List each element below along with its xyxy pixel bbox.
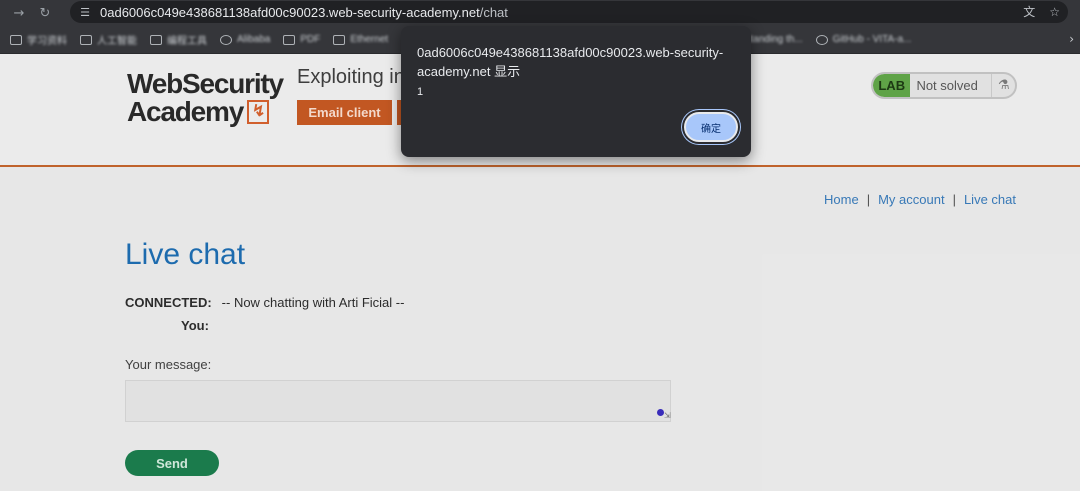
- bookmark-label: Ethernet: [350, 34, 389, 45]
- translate-icon[interactable]: 文: [1023, 3, 1035, 21]
- url-host: 0ad6006c049e438681138afd00c90023.web-sec…: [100, 4, 480, 20]
- url-path: /chat: [479, 4, 508, 20]
- reload-icon[interactable]: ↻: [32, 2, 58, 24]
- pdf-icon: [283, 34, 296, 45]
- back-arrow-icon[interactable]: →: [6, 2, 32, 24]
- dialog-title: 0ad6006c049e438681138afd00c90023.web-sec…: [417, 45, 724, 79]
- bookmark-label: 编程工具: [167, 36, 207, 47]
- star-icon[interactable]: ☆: [1049, 3, 1060, 21]
- address-bar[interactable]: ☰ 0ad6006c049e438681138afd00c90023.web-s…: [70, 1, 1068, 23]
- bookmark-label: 人工智能: [97, 36, 137, 47]
- bookmark-item[interactable]: 学习资料: [10, 32, 67, 47]
- github-icon: [815, 34, 828, 45]
- dialog-ok-button[interactable]: 确定: [684, 112, 738, 142]
- tune-icon[interactable]: ☰: [74, 6, 96, 19]
- bookmark-label: PDF: [300, 34, 321, 45]
- folder-icon: [10, 34, 22, 45]
- bookmark-item[interactable]: 人工智能: [80, 32, 137, 47]
- folder-icon: [150, 34, 162, 45]
- browser-toolbar: → ↻ ☰ 0ad6006c049e438681138afd00c90023.w…: [0, 0, 1080, 26]
- bookmark-item[interactable]: Ethernet: [333, 34, 388, 45]
- bookmark-item[interactable]: GitHub - VITA-a...: [815, 34, 912, 45]
- bookmark-item[interactable]: PDF: [283, 34, 320, 45]
- chevron-right-icon[interactable]: ›: [1069, 32, 1074, 46]
- bookmark-label: GitHub - VITA-a...: [832, 34, 912, 45]
- bookmark-item[interactable]: 编程工具: [150, 32, 207, 47]
- site-icon: [333, 34, 346, 45]
- bookmark-label: 学习资料: [27, 36, 67, 47]
- bookmark-label: Alibaba: [237, 34, 271, 45]
- bookmark-item[interactable]: Alibaba: [220, 34, 270, 45]
- folder-icon: [80, 34, 92, 45]
- dialog-message: 1: [417, 86, 424, 98]
- url-text[interactable]: 0ad6006c049e438681138afd00c90023.web-sec…: [100, 5, 508, 20]
- site-icon: [220, 34, 232, 45]
